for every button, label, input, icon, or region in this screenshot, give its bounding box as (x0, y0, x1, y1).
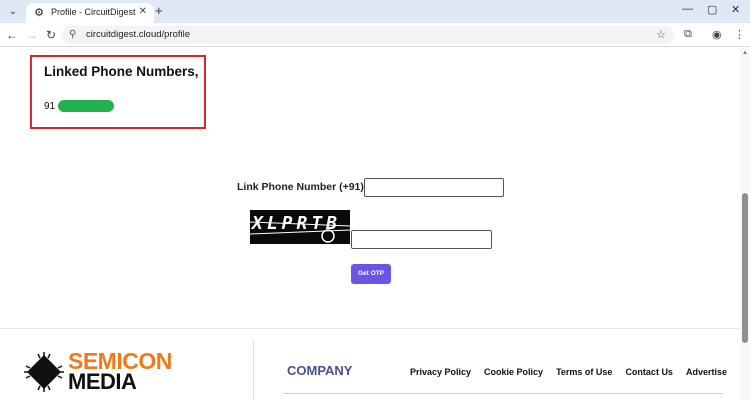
maximize-icon[interactable]: ▢ (707, 3, 717, 16)
footer-link-advertise[interactable]: Advertise (686, 367, 727, 377)
link-phone-label: Link Phone Number (+91): (237, 181, 368, 193)
page-viewport: Linked Phone Numbers, 91 Link Phone Numb… (0, 48, 740, 400)
footer-links: Privacy Policy Cookie Policy Terms of Us… (410, 367, 727, 377)
footer-link-terms-of-use[interactable]: Terms of Use (556, 367, 612, 377)
tab-search-icon[interactable]: ⌄ (6, 5, 20, 18)
footer-links-underline (283, 393, 723, 394)
captcha-text: XLPRTB (252, 213, 342, 234)
tab-title: Profile - CircuitDigest (51, 7, 136, 17)
logo-media-text: MEDIA (68, 369, 137, 394)
linked-numbers-box: Linked Phone Numbers, 91 (30, 55, 206, 129)
scroll-up-icon[interactable]: ▲ (742, 50, 748, 56)
reload-icon[interactable]: ↻ (43, 27, 59, 43)
phone-number-input[interactable] (364, 178, 504, 197)
footer-link-privacy-policy[interactable]: Privacy Policy (410, 367, 471, 377)
minimize-icon[interactable]: — (682, 3, 693, 15)
captcha-image: XLPRTB (250, 210, 350, 244)
captcha-input[interactable] (351, 230, 492, 249)
linked-numbers-title: Linked Phone Numbers, (44, 64, 199, 79)
get-otp-button[interactable]: Get OTP (351, 264, 391, 284)
extensions-icon[interactable]: ⧉ (684, 28, 692, 41)
semicon-media-logo[interactable]: SEMICON MEDIA (24, 349, 204, 393)
profile-icon[interactable]: ◉ (712, 28, 722, 41)
plus-icon[interactable]: + (155, 3, 163, 18)
gear-icon: ⚙ (34, 7, 44, 19)
redacted-number (58, 100, 114, 112)
forward-icon[interactable]: → (24, 27, 40, 43)
company-heading: COMPANY (287, 363, 353, 378)
page-scrollbar[interactable]: ▲ (740, 48, 750, 400)
scroll-thumb[interactable] (742, 193, 748, 343)
chip-icon (24, 352, 64, 392)
address-bar[interactable]: ⚲ circuitdigest.cloud/profile ☆ (62, 26, 674, 44)
close-icon[interactable]: ✕ (139, 6, 147, 17)
back-icon[interactable]: ← (4, 27, 20, 43)
footer-link-contact-us[interactable]: Contact Us (625, 367, 673, 377)
url-text[interactable]: circuitdigest.cloud/profile (86, 29, 190, 40)
tab-profile[interactable]: ⚙ Profile - CircuitDigest ✕ (26, 3, 154, 23)
menu-icon[interactable]: ⋮ (734, 28, 745, 41)
footer-link-cookie-policy[interactable]: Cookie Policy (484, 367, 543, 377)
browser-toolbar: ← → ↻ ⚲ circuitdigest.cloud/profile ☆ ⧉ … (0, 23, 750, 47)
footer-separator (0, 328, 740, 329)
site-info-icon[interactable]: ⚲ (69, 29, 76, 40)
close-icon[interactable]: ✕ (731, 3, 740, 16)
linked-number-prefix: 91 (44, 101, 56, 112)
star-icon[interactable]: ☆ (656, 28, 666, 41)
footer-divider (253, 340, 254, 400)
tab-bar: ⌄ ⚙ Profile - CircuitDigest ✕ + — ▢ ✕ (0, 0, 750, 23)
